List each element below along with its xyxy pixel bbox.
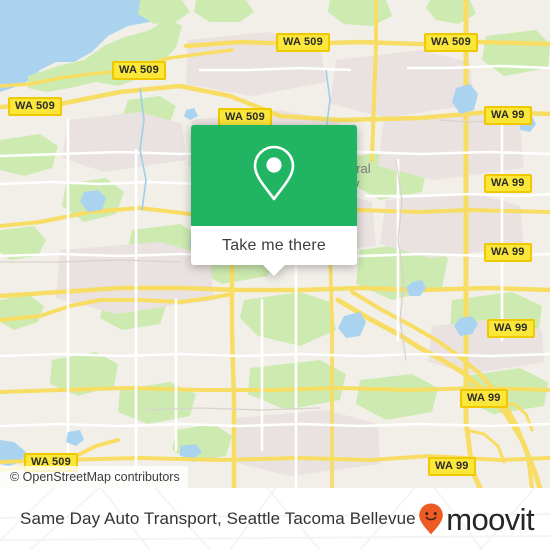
- screenshot-root: .w{fill:#aad3f0} .pk{fill:#cdebb0} .ur{f…: [0, 0, 550, 550]
- highway-shield[interactable]: WA 99: [484, 243, 532, 262]
- popup-action-label: Take me there: [222, 236, 326, 254]
- highway-shield[interactable]: WA 509: [424, 33, 478, 52]
- moovit-wordmark: moovit: [446, 501, 534, 537]
- place-name-label: Same Day Auto Transport, Seattle Tacoma …: [20, 509, 416, 528]
- highway-shield[interactable]: WA 509: [8, 97, 62, 116]
- popup-pointer: [263, 265, 285, 276]
- moovit-brand[interactable]: moovit: [418, 501, 535, 537]
- highway-shield[interactable]: WA 99: [428, 457, 476, 476]
- highway-shield[interactable]: WA 509: [112, 61, 166, 80]
- bottombar-content: Same Day Auto Transport, Seattle Tacoma …: [0, 488, 550, 550]
- bottom-info-bar: Same Day Auto Transport, Seattle Tacoma …: [0, 488, 550, 550]
- popup-header: [191, 125, 357, 226]
- highway-shield[interactable]: WA 99: [487, 319, 535, 338]
- moovit-smiley-pin-icon: [418, 502, 444, 536]
- map-popup-card[interactable]: Take me there: [191, 125, 357, 276]
- highway-shield[interactable]: WA 99: [460, 389, 508, 408]
- map-attribution[interactable]: © OpenStreetMap contributors: [0, 466, 188, 488]
- map-pin-icon: [251, 144, 297, 207]
- highway-shield[interactable]: WA 509: [276, 33, 330, 52]
- highway-shield[interactable]: WA 99: [484, 174, 532, 193]
- highway-shield[interactable]: WA 99: [484, 106, 532, 125]
- popup-action-button[interactable]: Take me there: [191, 226, 357, 265]
